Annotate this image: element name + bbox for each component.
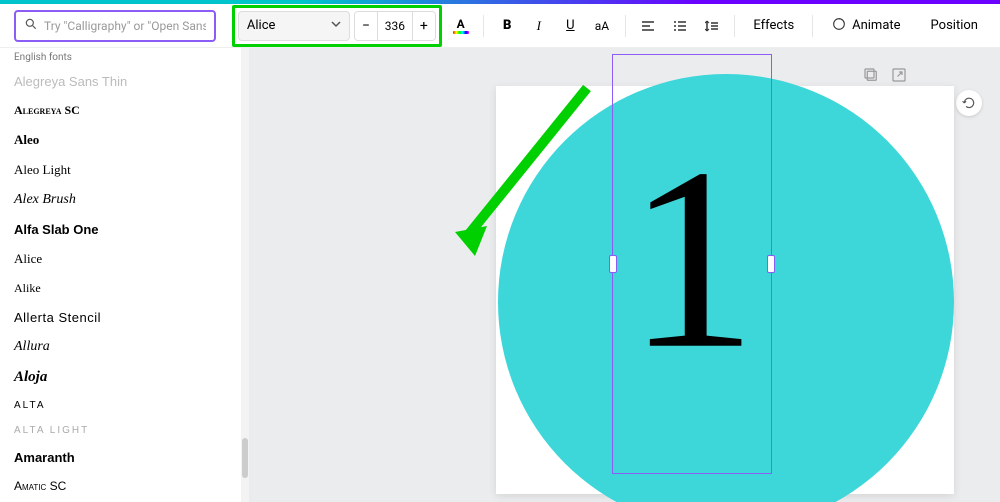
sidebar-section-header: English fonts <box>0 48 249 67</box>
bold-button[interactable]: B <box>494 12 520 40</box>
font-family-select[interactable]: Alice <box>238 11 350 41</box>
animate-label: Animate <box>852 18 900 33</box>
font-family-label: Alice <box>247 18 276 33</box>
spacing-icon <box>705 19 719 33</box>
font-item[interactable]: Aleo <box>14 125 235 155</box>
text-color-icon: A <box>451 16 471 36</box>
font-size-group: − + <box>354 11 436 41</box>
font-item[interactable]: Alegreya Sans Thin <box>14 67 235 96</box>
font-item[interactable]: Amatic SC <box>14 472 235 500</box>
divider <box>734 15 735 37</box>
canvas-text[interactable]: 1 <box>627 129 757 389</box>
font-list[interactable]: Alegreya Sans Thin Alegreya SC Aleo Aleo… <box>0 67 249 500</box>
effects-button[interactable]: Effects <box>745 18 802 33</box>
font-controls-highlight: Alice − + <box>232 5 442 47</box>
resize-handle-left[interactable] <box>609 255 617 273</box>
text-selection-box[interactable]: 1 <box>612 54 772 474</box>
font-item[interactable]: Aloja <box>14 362 235 393</box>
font-item[interactable]: Alegreya SC <box>14 96 235 125</box>
canvas-area[interactable]: 1 <box>249 48 1000 502</box>
duplicate-icon[interactable] <box>862 66 880 84</box>
italic-button[interactable]: I <box>526 12 552 40</box>
font-item[interactable]: ALTA LIGHT <box>14 418 235 443</box>
toolbar: Alice − + A B I U aA Effects <box>0 4 1000 48</box>
sidebar-scrollbar-track[interactable] <box>241 48 249 502</box>
font-size-input[interactable] <box>377 12 413 40</box>
font-item[interactable]: Allerta Stencil <box>14 303 235 332</box>
align-button[interactable] <box>636 12 662 40</box>
divider <box>812 15 813 37</box>
font-search-box[interactable] <box>14 10 216 42</box>
font-item[interactable]: Alike <box>14 274 235 303</box>
font-sidebar: English fonts Alegreya Sans Thin Alegrey… <box>0 48 249 502</box>
font-item[interactable]: Alex Brush <box>14 185 235 215</box>
underline-button[interactable]: U <box>558 12 584 40</box>
font-item[interactable]: Alice <box>14 244 235 274</box>
position-button[interactable]: Position <box>921 14 988 37</box>
align-icon <box>641 19 655 33</box>
font-size-decrease[interactable]: − <box>355 12 377 40</box>
case-button[interactable]: aA <box>589 12 615 40</box>
export-icon[interactable] <box>890 66 908 84</box>
list-icon <box>673 19 687 33</box>
divider <box>483 15 484 37</box>
design-canvas[interactable]: 1 <box>496 86 954 494</box>
search-icon <box>24 16 38 35</box>
font-item[interactable]: ALTA <box>14 393 235 418</box>
resize-handle-right[interactable] <box>767 255 775 273</box>
animate-icon <box>831 16 847 36</box>
font-item[interactable]: Alfa Slab One <box>14 215 235 244</box>
spacing-button[interactable] <box>699 12 725 40</box>
font-item[interactable]: Allura <box>14 332 235 362</box>
list-button[interactable] <box>667 12 693 40</box>
refresh-icon <box>962 96 976 110</box>
font-item[interactable]: Aleo Light <box>14 155 235 185</box>
divider <box>625 15 626 37</box>
text-color-button[interactable]: A <box>448 12 474 40</box>
font-size-increase[interactable]: + <box>413 12 435 40</box>
font-search-input[interactable] <box>44 19 206 33</box>
chevron-down-icon <box>331 18 341 33</box>
refresh-button[interactable] <box>956 90 982 116</box>
sidebar-scrollbar-thumb[interactable] <box>242 438 248 478</box>
animate-button[interactable]: Animate <box>823 16 908 36</box>
font-item[interactable]: Amaranth <box>14 443 235 472</box>
